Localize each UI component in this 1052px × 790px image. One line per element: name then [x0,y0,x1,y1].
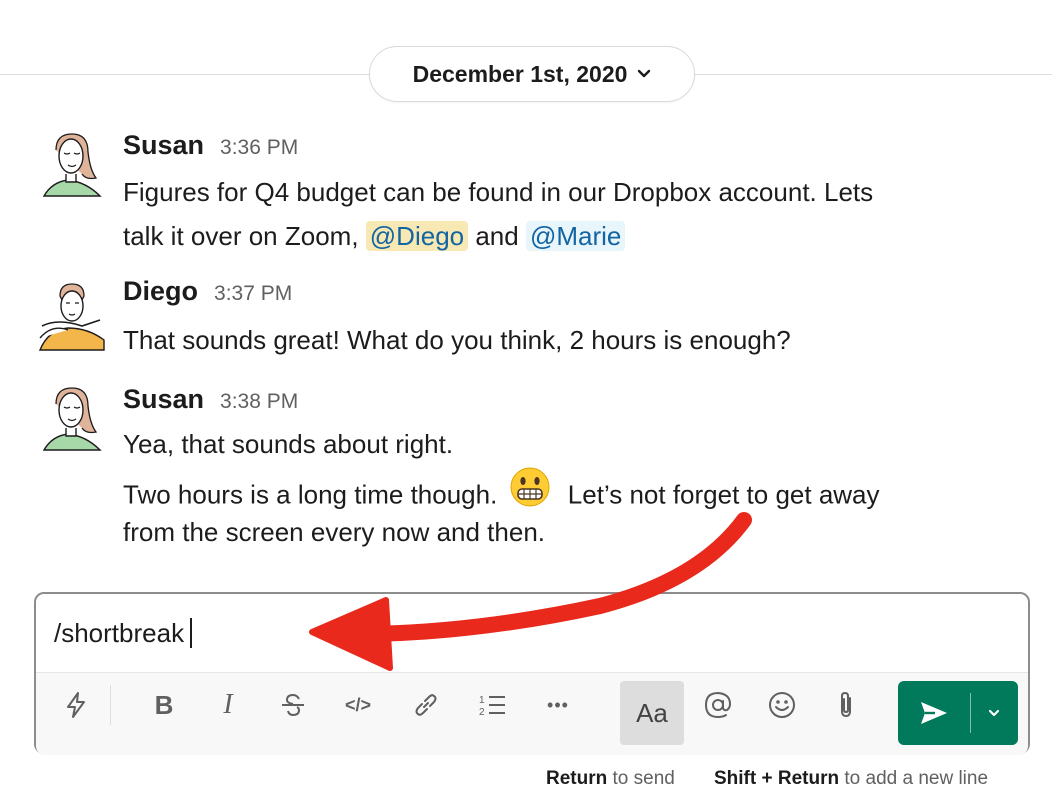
chevron-down-icon [637,69,651,79]
return-action-label: to send [612,768,675,789]
bold-label: B [154,689,174,720]
ordered-list-icon: 12 [479,695,505,718]
avatar[interactable] [38,280,106,351]
message-text: That sounds great! What do you think, 2 … [123,325,791,355]
message: Diego 3:37 PM That sounds great! What do… [0,276,1052,360]
message-header: Susan 3:38 PM [123,384,298,415]
message-input-value: /shortbreak [54,617,185,648]
link-icon [415,694,437,716]
italic-button[interactable]: I [204,681,252,729]
message-text: talk it over on Zoom, @Diego and @Marie [123,214,626,258]
italic-label: I [223,689,233,720]
code-label: </> [344,694,372,715]
code-button[interactable]: </> [334,681,382,729]
send-button[interactable] [898,681,970,745]
formatting-toolbar: B I </> 12 ••• Aa [36,672,1028,755]
shortcuts-button[interactable] [52,681,100,729]
send-hint: Return to send [546,768,675,790]
shift-return-key-label: Shift + Return [714,768,840,789]
message: Susan 3:36 PM Figures for Q4 budget can … [0,126,1052,266]
message-text: from the screen every now and then. [123,517,546,547]
return-key-label: Return [546,768,608,789]
paperclip-icon [841,691,851,718]
svg-text:1: 1 [479,695,485,706]
mention-button[interactable] [694,681,742,729]
toolbar-divider [110,685,111,725]
avatar[interactable] [38,130,106,200]
shift-return-action-label: to add a new line [844,768,989,789]
message-text-fragment: Two hours is a long time though. [123,479,498,510]
strikethrough-icon [282,693,304,717]
message-timestamp[interactable]: 3:37 PM [214,282,292,306]
link-button[interactable] [402,681,450,729]
message-timestamp[interactable]: 3:38 PM [220,390,298,414]
message-text: Figures for Q4 budget can be found in ou… [123,177,874,207]
avatar[interactable] [38,384,106,454]
format-toggle-button[interactable]: Aa [620,681,684,745]
author-name[interactable]: Susan [123,384,204,415]
message-input[interactable]: /shortbreak [36,594,1028,672]
newline-hint: Shift + Return to add a new line [714,768,988,790]
smiley-icon [769,692,795,718]
strikethrough-button[interactable] [269,681,317,729]
message: Susan 3:38 PM Yea, that sounds about rig… [0,380,1052,560]
message-timestamp[interactable]: 3:36 PM [220,136,298,160]
message-text: Yea, that sounds about right. [123,429,454,459]
author-name[interactable]: Diego [123,276,198,307]
ordered-list-button[interactable]: 12 [468,681,516,729]
message-composer: /shortbreak B I </> 12 ••• Aa [34,592,1030,755]
lightning-icon [67,692,85,718]
text-caret [190,618,193,648]
mention-marie[interactable]: @Marie [525,221,626,251]
author-name[interactable]: Susan [123,130,204,161]
date-label: December 1st, 2020 [412,60,628,87]
send-icon [921,702,947,724]
message-text-fragment: Let’s not forget to get away [567,479,880,510]
svg-text:2: 2 [479,707,485,718]
bold-button[interactable]: B [140,681,188,729]
more-formatting-button[interactable]: ••• [534,681,582,729]
chevron-down-icon [988,709,1000,717]
message-text-fragment: talk it over on Zoom, [123,221,359,251]
more-label: ••• [547,694,569,715]
send-options-button[interactable] [971,681,1017,745]
message-header: Diego 3:37 PM [123,276,292,307]
date-divider-button[interactable]: December 1st, 2020 [369,46,695,102]
at-icon [704,691,732,719]
send-button-group [898,681,1018,745]
attach-button[interactable] [822,681,870,729]
mention-diego[interactable]: @Diego [365,221,469,251]
message-text-fragment: and [475,221,519,251]
message-header: Susan 3:36 PM [123,130,298,161]
emoji-button[interactable] [758,681,806,729]
format-toggle-label: Aa [636,697,668,728]
